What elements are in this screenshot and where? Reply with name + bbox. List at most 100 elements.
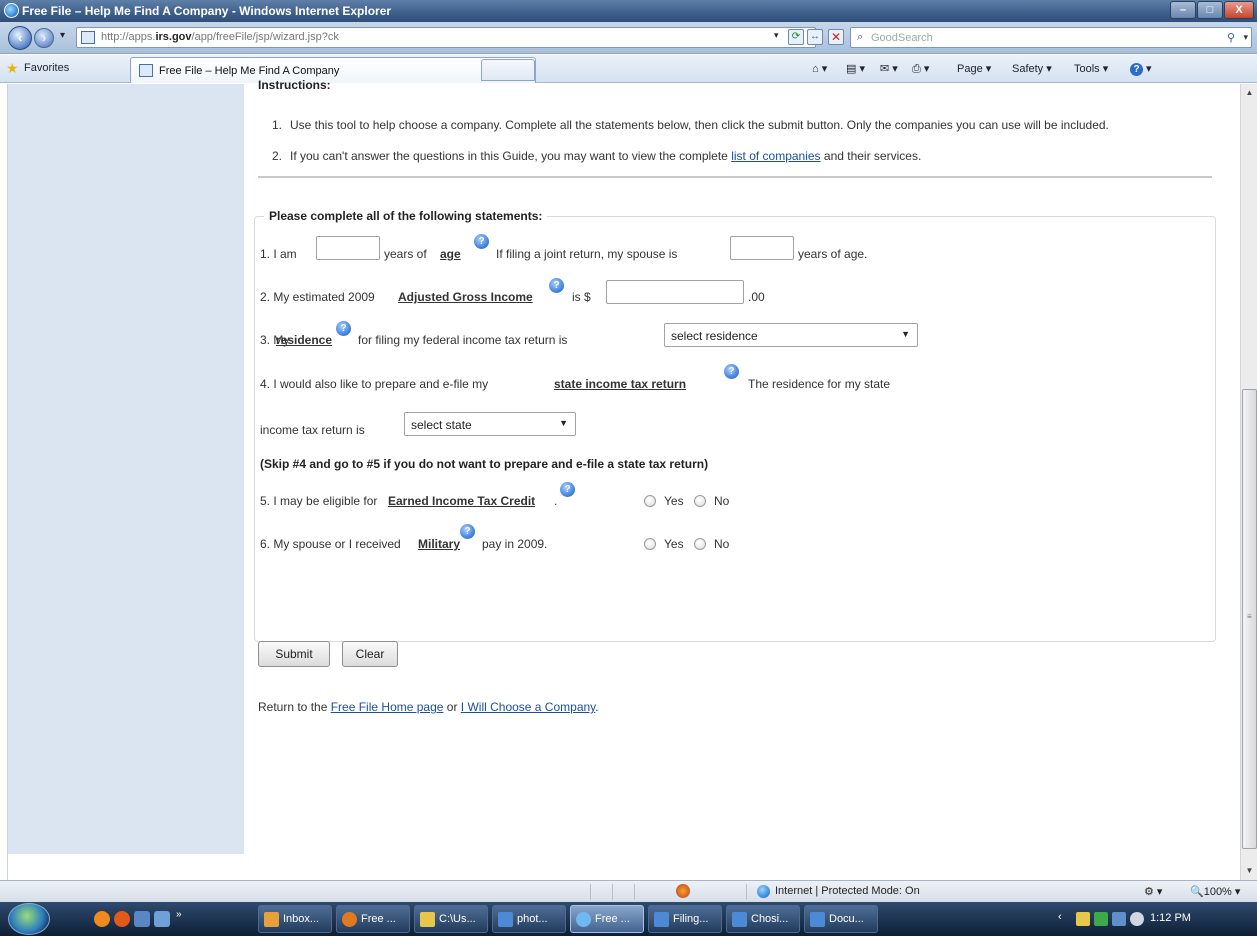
feeds-icon[interactable]: ▤ ▾ [846,62,865,75]
help-icon[interactable]: ? [560,482,575,497]
address-dropdown-icon[interactable]: ▾ [774,30,779,41]
zoom-value: 100% [1203,886,1232,898]
taskbar: » Inbox... Free ... C:\Us... phot... Fre… [0,902,1257,936]
taskbar-item-label: Inbox... [283,913,320,925]
tools-menu[interactable]: Tools ▾ [1074,62,1108,75]
page-menu[interactable]: Page ▾ [957,62,991,75]
list-of-companies-link[interactable]: list of companies [731,149,820,163]
vertical-scrollbar[interactable]: ▲ ≡ ▼ [1240,84,1257,880]
age-input[interactable] [316,236,380,260]
zoom-level[interactable]: 🔍100% ▾ [1190,885,1240,898]
instructions-heading: Instructions: [258,78,331,92]
tab-free-file[interactable]: Free File – Help Me Find A Company [130,57,536,83]
taskbar-item[interactable]: Docu... [804,905,878,933]
eitc-yes-radio[interactable] [644,495,656,507]
tray-overflow-icon[interactable]: ‹ [1058,911,1062,923]
security-zone-text[interactable]: Internet | Protected Mode: On [775,885,920,897]
military-yes-radio[interactable] [644,538,656,550]
eitc-no-radio[interactable] [694,495,706,507]
state-select[interactable]: select state ▼ [404,412,576,436]
taskbar-item[interactable]: Free ... [570,905,644,933]
address-url[interactable]: http://apps.irs.gov/app/freeFile/jsp/wiz… [101,31,339,43]
scroll-up-arrow-icon[interactable]: ▲ [1242,85,1257,101]
messenger-icon[interactable] [1076,912,1090,926]
taskbar-item[interactable]: Chosi... [726,905,800,933]
status-divider [634,884,635,900]
search-icon[interactable]: ⚲ [1227,31,1235,44]
help-icon[interactable]: ? [724,364,739,379]
forward-button[interactable]: › [34,28,54,48]
help-icon[interactable]: ? [549,278,564,293]
new-tab-button[interactable] [481,59,535,81]
taskbar-item[interactable]: Free ... [336,905,410,933]
compatibility-view-icon[interactable]: ↔ [807,29,823,45]
statement-2-text: 2. My estimated 2009 [260,290,375,304]
mail-icon[interactable]: ✉ ▾ [880,62,898,75]
status-divider [746,884,747,900]
military-link[interactable]: Military [418,537,460,551]
residence-link[interactable]: residence [276,333,332,347]
taskbar-item[interactable]: Inbox... [258,905,332,933]
clear-button[interactable]: Clear [342,641,398,667]
taskbar-item[interactable]: Filing... [648,905,722,933]
volume-icon[interactable] [1130,912,1144,926]
safety-menu[interactable]: Safety ▾ [1012,62,1052,75]
submit-button[interactable]: Submit [258,641,330,667]
state-income-tax-return-link[interactable]: state income tax return [554,377,686,391]
spouse-age-input[interactable] [730,236,794,260]
search-options-dropdown-icon[interactable]: ▾ [1243,32,1248,43]
residence-select-value: select residence [671,329,758,343]
taskbar-item-label: Docu... [829,913,864,925]
help-icon[interactable]: ? [474,234,489,249]
show-desktop-icon[interactable] [154,911,170,927]
address-bar[interactable]: http://apps.irs.gov/app/freeFile/jsp/wiz… [76,27,816,48]
internet-explorer-icon [4,3,19,18]
minimize-button[interactable]: – [1170,1,1196,19]
start-button[interactable] [8,903,50,935]
help-icon[interactable]: ? [336,321,351,336]
favorites-tab-bar: ★ Favorites Free File – Help Me Find A C… [0,55,1257,83]
help-icon[interactable]: ? [460,524,475,539]
page-icon [81,31,95,44]
chevron-down-icon: ▼ [559,418,568,428]
choose-company-link[interactable]: I Will Choose a Company [461,700,596,714]
clock[interactable]: 1:12 PM [1150,912,1191,924]
return-text: or [443,700,461,714]
taskbar-item[interactable]: phot... [492,905,566,933]
taskbar-item[interactable]: C:\Us... [414,905,488,933]
calendar-icon[interactable] [134,911,150,927]
recent-pages-dropdown-icon[interactable]: ▾ [60,30,65,41]
favorites-star-icon[interactable]: ★ [6,60,19,77]
security-tray-icon[interactable] [1094,912,1108,926]
maximize-button[interactable]: □ [1197,1,1223,19]
refresh-icon[interactable]: ⟳ [788,29,804,45]
print-icon[interactable]: ⎙ ▾ [912,62,929,76]
popup-blocker-icon[interactable] [676,884,690,898]
home-icon[interactable]: ⌂ ▾ [812,62,827,75]
document-icon [810,912,825,927]
scroll-down-arrow-icon[interactable]: ▼ [1242,863,1257,879]
back-button[interactable]: ‹ [8,26,32,50]
close-button[interactable]: X [1224,1,1254,19]
military-yes-label: Yes [664,537,684,551]
quicklaunch-overflow-icon[interactable]: » [176,909,182,920]
agi-input[interactable] [606,280,744,304]
browser-icon[interactable] [114,911,130,927]
age-link[interactable]: age [440,247,461,261]
favorites-button[interactable]: Favorites [24,62,69,74]
stop-icon[interactable]: ✕ [828,29,844,45]
scrollbar-thumb[interactable]: ≡ [1242,389,1257,849]
help-menu[interactable]: ? ▾ [1130,62,1152,76]
adjusted-gross-income-link[interactable]: Adjusted Gross Income [398,290,533,304]
military-no-label: No [714,537,730,551]
military-no-radio[interactable] [694,538,706,550]
earned-income-tax-credit-link[interactable]: Earned Income Tax Credit [388,494,535,508]
firefox-icon[interactable] [94,911,110,927]
internet-explorer-icon [576,912,591,927]
url-prefix: http://apps. [101,31,156,43]
network-icon[interactable] [1112,912,1126,926]
settings-icon[interactable]: ⚙ ▾ [1144,885,1162,898]
residence-select[interactable]: select residence ▼ [664,323,918,347]
search-input[interactable]: ⌕ GoodSearch ⚲ ▾ [850,27,1252,48]
free-file-home-link[interactable]: Free File Home page [331,700,444,714]
